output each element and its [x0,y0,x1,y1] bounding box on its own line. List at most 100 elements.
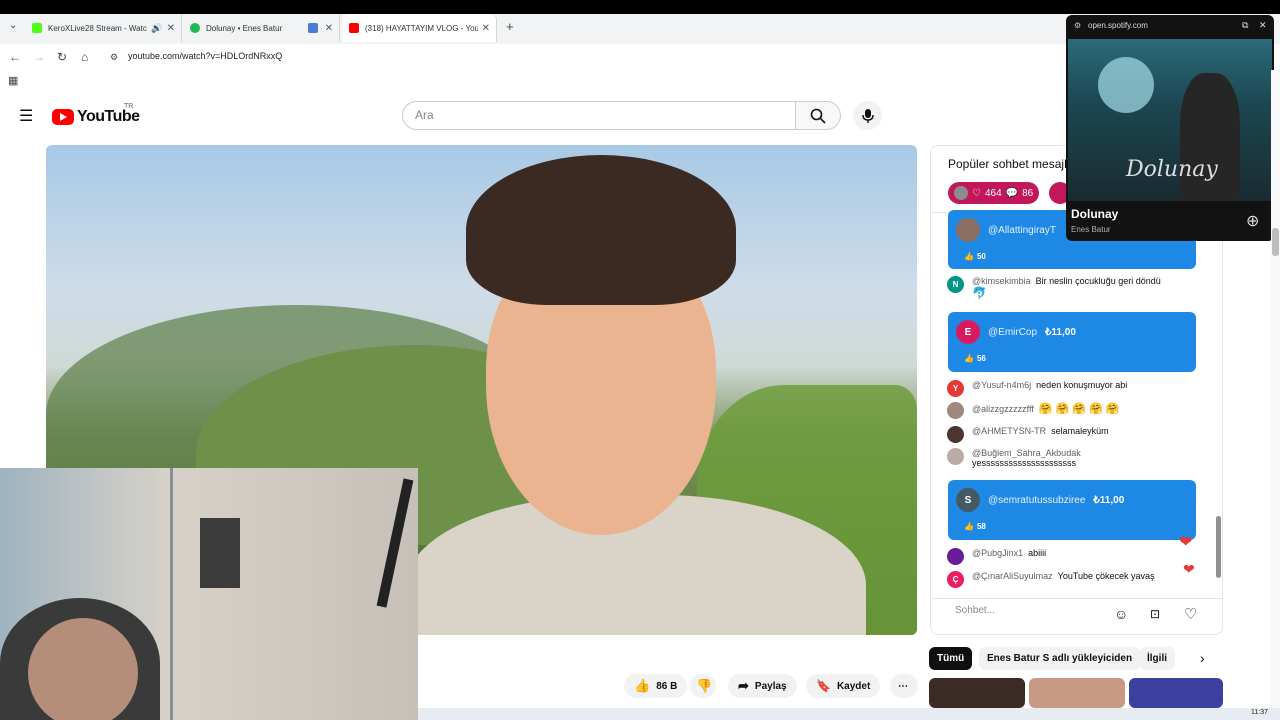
share-button[interactable]: ➦ Paylaş [728,674,797,698]
avatar: E [956,320,980,344]
webcam-door-frame [170,468,173,720]
dislike-button[interactable]: 👎 [690,674,716,698]
kick-favicon-icon [32,23,42,33]
voice-search-button[interactable] [853,101,882,130]
chat-message[interactable]: @PubgJinx1 abiiii [947,548,1046,565]
youtube-favicon-icon [349,23,359,33]
tab-pinned[interactable] [302,14,342,42]
avatar: Ç [947,571,964,588]
spotify-domain: open.spotify.com [1088,21,1148,30]
heart-outline-icon[interactable]: ♡ [1184,605,1197,623]
home-icon[interactable]: ⌂ [81,50,88,64]
chat-divider [931,598,1222,599]
webcam-overlay [0,468,418,720]
tab-close-icon[interactable]: ✕ [482,23,490,34]
chip-all[interactable]: Tümü [929,647,973,670]
more-actions-button[interactable]: ⋯ [890,674,918,698]
related-video-thumbnail[interactable] [929,678,1025,708]
youtube-play-icon [52,109,74,125]
search-input[interactable]: Ara [402,101,796,130]
site-info-icon[interactable]: ⚙ [110,52,118,63]
microphone-icon [861,108,874,123]
tab-list-chevron-icon[interactable]: ⌄ [9,20,17,31]
webcam-person-face [28,618,138,720]
track-title: Dolunay [1071,207,1119,221]
chat-message[interactable]: N @kimsekimbia Bir neslin çocukluğu geri … [947,276,1161,300]
avatar [947,548,964,565]
chat-message[interactable]: @AHMETYSN-TR selamaleyküm [947,426,1109,443]
chat-title: Popüler sohbet mesajl [948,157,1067,171]
avatar [947,426,964,443]
avatar: Y [947,380,964,397]
video-person-hair [466,155,736,305]
os-taskbar: 11:37 [418,708,1280,720]
superchat-card[interactable]: S @semratutussubziree ₺11,00 👍 58 [948,480,1196,540]
chat-message[interactable]: @alizzgzzzzzfff 🤗 🤗 🤗 🤗 🤗 [947,402,1120,419]
track-artist: Enes Batur [1071,225,1111,234]
album-art-moon [1098,57,1154,113]
new-tab-button[interactable]: + [506,19,514,34]
screen-top-bar [0,0,1280,14]
heart-reaction-icon: ❤ [1183,561,1195,577]
tab-youtube-vlog[interactable]: (318) HAYATTAYIM VLOG - You ✕ [343,14,497,42]
share-arrow-icon: ➦ [738,678,749,693]
chat-input[interactable]: Sohbet... [955,605,1105,616]
dolphin-emoji-icon: 🐬 [972,286,987,300]
youtube-logo[interactable]: YouTube [52,108,140,126]
avatar [947,402,964,419]
thumbs-down-icon: 👎 [696,678,713,693]
super-chat-icon[interactable]: ⊡ [1150,607,1160,621]
thumbs-up-icon: 👍 [964,252,974,261]
back-arrow-icon[interactable]: ← [9,50,21,64]
chip-from-uploader[interactable]: Enes Batur S adlı yükleyiciden [979,647,1141,670]
chat-message[interactable]: Ç @ÇınarAliSuyulmaz YouTube çökecek yavaş [947,571,1155,588]
chip-related[interactable]: İlgili [1139,647,1175,670]
webcam-side-table [200,518,240,588]
heart-outline-icon: ♡ [972,187,981,199]
taskbar-clock: 11:37 [1251,709,1268,716]
close-icon[interactable]: ✕ [1259,20,1267,31]
forward-arrow-icon[interactable]: → [33,50,45,64]
chevron-right-icon[interactable]: › [1200,650,1205,666]
chat-message[interactable]: @Buğlem_Sahra_Akbudak yesssssssssssssssss… [947,448,1086,468]
avatar [954,186,968,200]
thumbs-up-icon: 👍 [964,522,974,531]
apps-grid-icon[interactable]: ▦ [8,74,18,87]
tab-close-icon[interactable]: ✕ [167,23,175,34]
bookmark-icon: 🔖 [816,679,831,693]
page-scrollbar[interactable] [1271,70,1280,708]
thumbs-up-icon: 👍 [964,354,974,363]
chat-stats-pill[interactable]: ♡ 464 💬 86 [948,182,1040,204]
search-button[interactable] [795,101,841,130]
reload-icon[interactable]: ↻ [57,50,67,64]
related-video-thumbnail[interactable] [1029,678,1125,708]
related-video-thumbnail[interactable] [1129,678,1223,708]
spotify-favicon-icon [190,23,200,33]
site-info-icon: ⚙ [1074,21,1082,30]
url-text[interactable]: youtube.com/watch?v=HDLOrdNRxxQ [128,51,282,61]
search-icon [810,108,826,124]
emoji-icon[interactable]: ☺ [1114,606,1128,622]
album-art-title: Dolunay [1126,157,1218,182]
hamburger-menu-icon[interactable]: ☰ [19,106,33,126]
album-art: Dolunay [1068,39,1272,201]
back-to-tab-icon[interactable]: ⧉ [1242,20,1248,31]
chat-scrollbar[interactable] [1216,516,1221,578]
avatar: S [956,488,980,512]
superchat-card[interactable]: E @EmirCop ₺11,00 👍 56 [948,312,1196,372]
like-button[interactable]: 👍 86 B [624,674,688,698]
tab-kick-stream[interactable]: KeroXLive28 Stream - Watc 🔊 ✕ [26,14,182,42]
audio-playing-icon[interactable]: 🔊 [151,23,162,34]
country-code: TR [124,103,134,110]
save-button[interactable]: 🔖 Kaydet [806,674,881,698]
avatar [956,218,980,242]
pinned-favicon-icon [308,23,318,33]
avatar: N [947,276,964,293]
webcam-vacuum [376,478,414,608]
thumbs-up-icon: 👍 [634,678,651,693]
heart-reaction-icon: ❤ [1179,534,1193,551]
chat-message[interactable]: Y @Yusuf-n4m6j neden konuşmuyor abi [947,380,1127,397]
add-to-library-icon[interactable]: ⊕ [1246,211,1259,231]
spotify-mini-player: ⚙ open.spotify.com ⧉ ✕ Dolunay Dolunay E… [1066,15,1274,241]
page-scrollbar-thumb[interactable] [1272,228,1279,256]
